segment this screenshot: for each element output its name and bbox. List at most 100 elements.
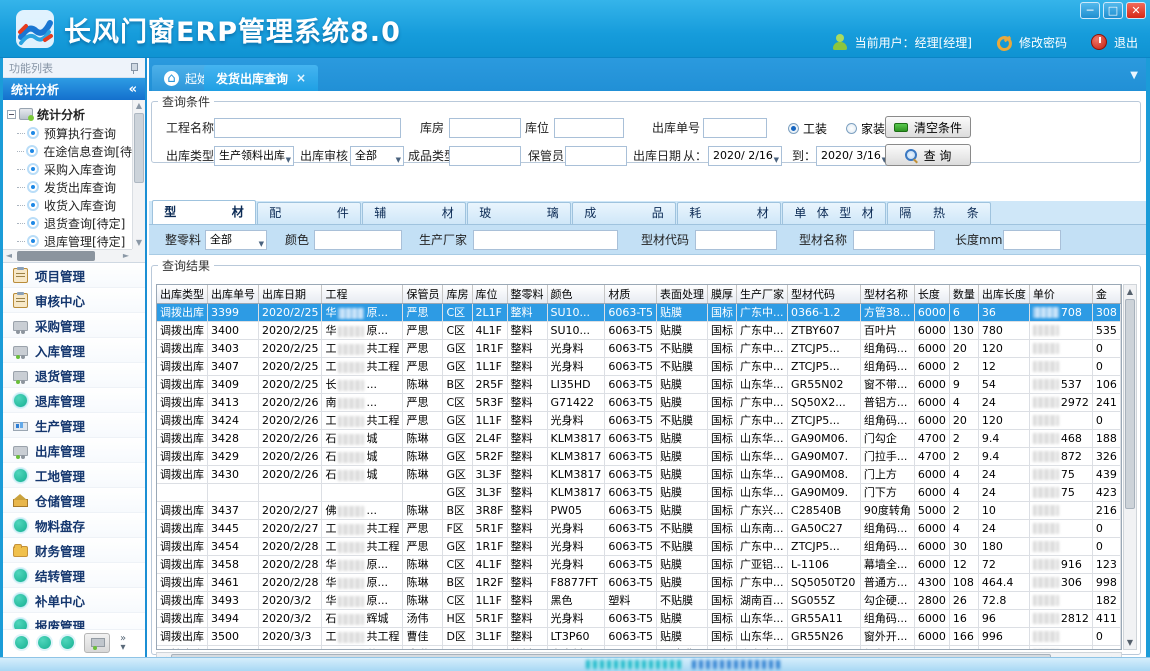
scroll-thumb[interactable]: [1125, 299, 1135, 509]
cell-surf[interactable]: 贴膜: [657, 321, 708, 339]
scroll-down-icon[interactable]: ▼: [133, 237, 145, 249]
cell-outlen[interactable]: 120: [978, 339, 1029, 357]
cell-amt[interactable]: 0: [1092, 519, 1120, 537]
code-input[interactable]: [695, 230, 777, 250]
cell-wh[interactable]: C区: [443, 303, 472, 321]
cell-date[interactable]: 2020/2/26: [259, 393, 322, 411]
cell-mat[interactable]: 6063-T5: [605, 627, 657, 645]
cell-date[interactable]: 2020/2/28: [259, 537, 322, 555]
cell-name[interactable]: 普通方...: [860, 573, 914, 591]
cell-loc[interactable]: 1R1F: [472, 339, 507, 357]
cell-amt[interactable]: 188: [1092, 429, 1120, 447]
sidebar-item-退库管理[interactable]: 退库管理: [3, 388, 145, 413]
cell-qty[interactable]: 6: [949, 303, 978, 321]
cell-wh[interactable]: G区: [443, 483, 472, 501]
cell-name[interactable]: 组角码...: [860, 357, 914, 375]
cell-loc[interactable]: 5R1F: [472, 519, 507, 537]
cell-price[interactable]: 75: [1029, 483, 1092, 501]
cell-type[interactable]: 调拨出库: [157, 447, 208, 465]
cell-qty[interactable]: 20: [949, 411, 978, 429]
cell-wh[interactable]: C区: [443, 555, 472, 573]
cell-proj[interactable]: 石城: [322, 465, 403, 483]
cell-qty[interactable]: 2: [949, 429, 978, 447]
cell-proj[interactable]: [322, 483, 403, 501]
material-tab-成品[interactable]: 成品: [572, 202, 676, 224]
cell-mat[interactable]: 6063-T5: [605, 429, 657, 447]
cell-price[interactable]: 75: [1029, 465, 1092, 483]
order-no-input[interactable]: [703, 118, 767, 138]
cell-keeper[interactable]: 陈琳: [403, 447, 443, 465]
cell-date[interactable]: 2020/2/26: [259, 411, 322, 429]
cell-name[interactable]: 组角码...: [860, 645, 914, 650]
cell-type[interactable]: 调拨出库: [157, 411, 208, 429]
cell-price[interactable]: 2972: [1029, 393, 1092, 411]
cell-type[interactable]: 调拨出库: [157, 555, 208, 573]
cell-film[interactable]: 国标: [708, 537, 737, 555]
cell-surf[interactable]: 不贴膜: [657, 537, 708, 555]
material-tab-单体型材[interactable]: 单体型材: [782, 202, 886, 224]
cell-name[interactable]: 方管38...: [860, 303, 914, 321]
cell-outlen[interactable]: 60: [978, 645, 1029, 650]
cell-mfr[interactable]: 广东中...: [737, 573, 788, 591]
column-header-生产厂家[interactable]: 生产厂家: [737, 285, 788, 303]
cell-len[interactable]: 6000: [914, 627, 949, 645]
cell-mfr[interactable]: 广东中...: [737, 357, 788, 375]
column-header-数量[interactable]: 数量: [949, 285, 978, 303]
cell-color[interactable]: KLM3817: [547, 429, 605, 447]
cell-proj[interactable]: 工共工程: [322, 645, 403, 650]
cell-keeper[interactable]: 严思: [403, 357, 443, 375]
date-to-combo[interactable]: 2020/ 3/16: [816, 146, 890, 166]
cell-proj[interactable]: 长...: [322, 375, 403, 393]
cell-film[interactable]: 国标: [708, 357, 737, 375]
cell-outlen[interactable]: 72.8: [978, 591, 1029, 609]
column-header-库房[interactable]: 库房: [443, 285, 472, 303]
cell-type[interactable]: 调拨出库: [157, 537, 208, 555]
cell-film[interactable]: 国标: [708, 519, 737, 537]
cell-mfr[interactable]: 广东中...: [737, 321, 788, 339]
cell-qty[interactable]: 10: [949, 645, 978, 650]
cell-len[interactable]: 6000: [914, 537, 949, 555]
cell-film[interactable]: 国标: [708, 429, 737, 447]
cell-keeper[interactable]: 严思: [403, 519, 443, 537]
cell-len[interactable]: 4300: [914, 573, 949, 591]
cell-zl[interactable]: 整料: [507, 483, 547, 501]
cell-film[interactable]: 国标: [708, 591, 737, 609]
cell-name[interactable]: 门拉手...: [860, 447, 914, 465]
cell-loc[interactable]: 5R2F: [472, 447, 507, 465]
table-row[interactable]: 调拨出库34612020/2/28华原...陈琳B区1R2F整料F8877FT6…: [157, 573, 1121, 591]
cell-film[interactable]: 国标: [708, 573, 737, 591]
cell-qty[interactable]: 2: [949, 357, 978, 375]
scroll-up-icon[interactable]: ▲: [1124, 285, 1136, 298]
cell-zl[interactable]: 整料: [507, 501, 547, 519]
cell-loc[interactable]: 3L1F: [472, 627, 507, 645]
scroll-right-icon[interactable]: ►: [120, 250, 132, 262]
radio-gongzhuang[interactable]: 工装: [788, 120, 827, 137]
audit-combo[interactable]: 全部: [350, 146, 404, 166]
cell-keeper[interactable]: 严思: [403, 393, 443, 411]
cell-code[interactable]: GA50C27: [788, 519, 861, 537]
cell-color[interactable]: SU10...: [547, 303, 605, 321]
pin-icon[interactable]: [129, 62, 139, 74]
sidebar-item-项目管理[interactable]: 项目管理: [3, 263, 145, 288]
cell-color[interactable]: KLM3817: [547, 447, 605, 465]
cell-keeper[interactable]: 陈琳: [403, 465, 443, 483]
cell-price[interactable]: [1029, 645, 1092, 650]
cell-no[interactable]: 3428: [208, 429, 259, 447]
product-type-input[interactable]: [449, 146, 521, 166]
cell-price[interactable]: 708: [1029, 303, 1092, 321]
table-row[interactable]: 调拨出库34242020/2/26工共工程严思G区1L1F整料光身料6063-T…: [157, 411, 1121, 429]
cell-qty[interactable]: 20: [949, 339, 978, 357]
cell-price[interactable]: 872: [1029, 447, 1092, 465]
cell-price[interactable]: 468: [1029, 429, 1092, 447]
cell-no[interactable]: 3454: [208, 537, 259, 555]
sidebar-item-采购管理[interactable]: 采购管理: [3, 313, 145, 338]
cell-keeper[interactable]: 严思: [403, 303, 443, 321]
tab-shipment-outbound-query[interactable]: 发货出库查询 ×: [204, 65, 318, 91]
cell-proj[interactable]: 华原...: [322, 591, 403, 609]
cell-film[interactable]: 国标: [708, 303, 737, 321]
table-row[interactable]: 调拨出库34452020/2/27工共工程严思F区5R1F整料光身料6063-T…: [157, 519, 1121, 537]
cell-type[interactable]: 调拨出库: [157, 591, 208, 609]
table-row[interactable]: 调拨出库35102020/3/4工共工程陈琳F区5R1F整料光身料6063-T5…: [157, 645, 1121, 650]
cell-wh[interactable]: C区: [443, 321, 472, 339]
table-row[interactable]: 调拨出库34302020/2/26石城陈琳G区3L3F整料KLM38176063…: [157, 465, 1121, 483]
